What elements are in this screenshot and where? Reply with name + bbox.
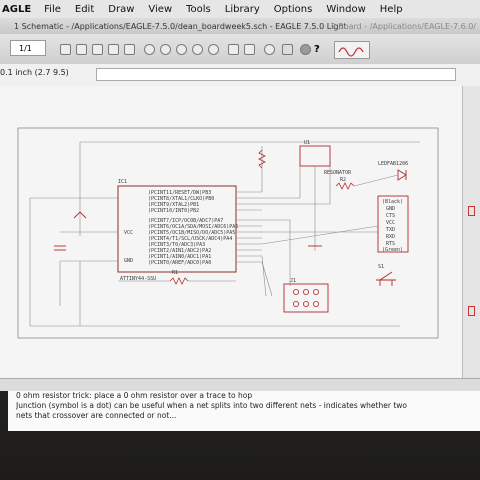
ftdi-pin: VCC	[386, 220, 395, 226]
zoom-fit-icon[interactable]	[144, 44, 155, 55]
r2-label: R2	[340, 177, 346, 183]
zoom-in-icon[interactable]	[160, 44, 171, 55]
zoom-out-icon[interactable]	[176, 44, 187, 55]
scroll-marker-icon	[468, 306, 475, 316]
design-link-button[interactable]	[334, 41, 370, 59]
decoupling-capacitor	[54, 245, 66, 251]
r2-resistor	[335, 182, 355, 190]
fab-logo-icon	[338, 47, 364, 57]
board-icon[interactable]	[124, 44, 135, 55]
schematic-canvas[interactable]: IC1 ATTINY44-SSU VCC GND (PCINT11/RESET/…	[0, 86, 462, 378]
menu-window[interactable]: Window	[319, 4, 372, 15]
resonator-label: RESONATOR	[324, 170, 352, 176]
menu-view[interactable]: View	[141, 4, 179, 15]
r1-label: R1	[172, 270, 178, 276]
ic1-pin: (PCINT0/AREF/ADC0)PA0	[148, 260, 211, 266]
note-line: Junction (symbol is a dot) can be useful…	[16, 401, 407, 410]
schematic-drawing: IC1 ATTINY44-SSU VCC GND (PCINT11/RESET/…	[17, 127, 439, 339]
ic1-right-nets	[236, 146, 379, 297]
help-icon[interactable]: ?	[314, 44, 320, 55]
led-net	[353, 174, 399, 187]
stop-icon[interactable]	[264, 44, 275, 55]
menu-file[interactable]: File	[37, 4, 68, 15]
vcc-pin-label: VCC	[124, 230, 133, 236]
go-icon[interactable]	[282, 44, 293, 55]
menu-library[interactable]: Library	[218, 4, 267, 15]
zoom-select-icon[interactable]	[192, 44, 203, 55]
vertical-scrollbar[interactable]	[462, 86, 480, 378]
menu-tools[interactable]: Tools	[179, 4, 218, 15]
note-line: nets that crossover are connected or not…	[16, 411, 177, 420]
note-line: 0 ohm resistor trick: place a 0 ohm resi…	[16, 391, 253, 400]
u1-resonator	[299, 145, 331, 167]
redraw-icon[interactable]	[208, 44, 219, 55]
ic1-pin: (PCINT10/INT0)PB2	[148, 208, 199, 214]
minus-icon[interactable]	[300, 44, 311, 55]
isp-pins	[292, 288, 319, 307]
notes-document: 0 ohm resistor trick: place a 0 ohm resi…	[8, 391, 480, 431]
ftdi-pin: RXD	[386, 234, 395, 240]
ic1-pin-labels: (PCINT11/RESET/DW)PB3 (PCINT8/XTAL1/CLKO…	[148, 190, 238, 266]
scroll-marker-icon	[468, 206, 475, 216]
window-title: 1 Schematic - /Applications/EAGLE-7.5.0/…	[14, 21, 347, 31]
cam-icon[interactable]	[108, 44, 119, 55]
led-diode	[397, 169, 407, 181]
led-label: LEDFAB1206	[378, 161, 408, 167]
ftdi-pin: GND	[386, 206, 395, 212]
menu-bar: AGLE File Edit Draw View Tools Library O…	[0, 0, 480, 18]
app-name[interactable]: AGLE	[0, 4, 37, 15]
u1-name: U1	[304, 140, 310, 146]
command-bar: 0.1 inch (2.7 9.5)	[0, 64, 480, 87]
menu-edit[interactable]: Edit	[68, 4, 101, 15]
background-window-title[interactable]: 2 Board - /Applications/EAGLE-7.6.0/	[331, 22, 476, 31]
ic1-name: IC1	[118, 179, 127, 185]
ftdi-pin: TXD	[386, 227, 395, 233]
window-titlebar: 1 Schematic - /Applications/EAGLE-7.5.0/…	[0, 18, 480, 34]
redo-icon[interactable]	[244, 44, 255, 55]
status-bar	[0, 378, 480, 391]
save-icon[interactable]	[76, 44, 87, 55]
menu-options[interactable]: Options	[267, 4, 320, 15]
r1-resistor	[169, 277, 189, 285]
ftdi-header-top: (Black)	[382, 199, 403, 205]
menu-draw[interactable]: Draw	[101, 4, 141, 15]
command-input[interactable]	[96, 68, 456, 81]
switch-label: S1	[378, 264, 384, 270]
coordinate-readout: 0.1 inch (2.7 9.5)	[0, 68, 69, 77]
sheet-selector[interactable]: 1/1	[10, 40, 46, 56]
isp-header	[283, 283, 329, 313]
open-icon[interactable]	[60, 44, 71, 55]
isp-label: J1	[290, 278, 296, 284]
ftdi-pin: CTS	[386, 213, 395, 219]
undo-icon[interactable]	[228, 44, 239, 55]
menu-help[interactable]: Help	[373, 4, 410, 15]
toolbar	[0, 34, 480, 65]
switch-s1	[376, 271, 396, 286]
print-icon[interactable]	[92, 44, 103, 55]
gnd-pin-label: GND	[124, 258, 133, 264]
ftdi-header-bottom: (Green)	[382, 247, 403, 253]
